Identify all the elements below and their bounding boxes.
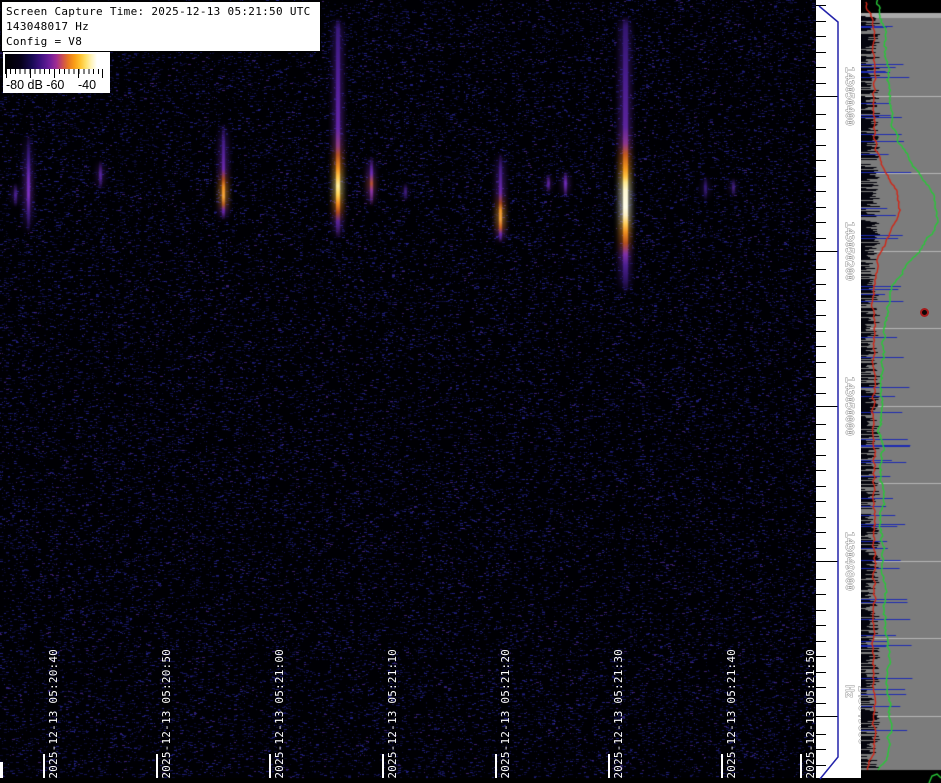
screen-capture-view: 2025-12-13 05:20:40 2025-12-13 05:20:50 20…: [0, 0, 941, 783]
meteor-echo-streak: [12, 183, 19, 207]
time-axis-label: 2025-12-13 05:21:10: [386, 649, 399, 779]
streak-core: [27, 133, 30, 233]
time-axis-label: 2025-12-13 05:21:00: [273, 649, 286, 779]
colormap-major-tick: [6, 69, 7, 78]
capture-time-text: Screen Capture Time: 2025-12-13 05:21:50…: [6, 4, 316, 19]
spectrogram-waterfall: 2025-12-13 05:20:40 2025-12-13 05:20:50 20…: [0, 0, 816, 783]
time-axis-label: 2025-12-13 05:21:30: [612, 649, 625, 779]
meteor-echo-streak: [496, 152, 505, 243]
time-axis-label: 2025-12-13 05:20:40: [47, 649, 60, 779]
time-axis-tick: [43, 754, 45, 778]
meteor-echo-streak: [367, 156, 375, 206]
time-axis-label-text: 2025-12-13 05:21:40: [725, 649, 738, 779]
meteor-echo-streak: [730, 178, 736, 197]
streak-core: [370, 156, 373, 206]
frequency-axis-label: 143050200: [843, 221, 856, 281]
meteor-echo-streak: [402, 183, 408, 201]
colormap-gradient-bar: [5, 54, 104, 69]
meteor-echo-streak: [333, 18, 343, 239]
frequency-text: 143048017 Hz: [6, 19, 316, 34]
streak-core: [547, 174, 550, 193]
spectrum-plot: [861, 0, 941, 783]
time-axis-tick: [495, 754, 497, 778]
time-axis-label: 2025-12-13 05:20:50: [160, 649, 173, 779]
time-axis-label-text: 2025-12-13 05:21:00: [273, 649, 286, 779]
colormap-major-tick: [102, 69, 103, 78]
streak-core: [99, 160, 102, 190]
capture-info-box: Screen Capture Time: 2025-12-13 05:21:50…: [1, 1, 321, 52]
time-axis-tick: [608, 754, 610, 778]
time-axis-label: 2025-12-13 05:21:20: [499, 649, 512, 779]
time-axis-label: 2025-12-13 05:21:40: [725, 649, 738, 779]
time-axis-label-text: 2025-12-13 05:20:50: [160, 649, 173, 779]
time-axis-tick: [721, 754, 723, 778]
meteor-echo-streak: [219, 123, 228, 220]
time-axis-edge-tick: [0, 762, 3, 778]
colormap-legend: -80 dB -60 -40: [3, 52, 110, 93]
time-axis-tick: [382, 754, 384, 778]
meteor-echo-streak: [702, 176, 709, 201]
time-axis-label-text: 2025-12-13 05:21:20: [499, 649, 512, 779]
streak-core: [732, 178, 735, 197]
colormap-tick-ruler: [5, 69, 104, 78]
streak-core: [14, 183, 17, 207]
spectrum-panel: [861, 0, 941, 783]
waterfall-noise-canvas: [0, 0, 816, 783]
streak-core: [704, 176, 707, 201]
streak-core: [222, 123, 225, 220]
time-axis-label-text: 2025-12-13 05:21:10: [386, 649, 399, 779]
meteor-echo-streak: [545, 174, 551, 193]
streak-core: [336, 18, 340, 239]
streak-core: [623, 16, 628, 293]
time-axis-tick: [156, 754, 158, 778]
streak-core: [499, 152, 502, 243]
frequency-axis: 1430504001430502001430500001430498001430…: [816, 0, 861, 778]
marker-dot: [920, 308, 929, 317]
time-axis-label-text: 2025-12-13 05:20:40: [47, 649, 60, 779]
meteor-echo-streak: [24, 133, 32, 233]
time-axis-tick: [800, 754, 802, 778]
config-text: Config = V8: [6, 34, 316, 49]
colormap-major-tick: [30, 69, 31, 78]
meteor-echo-streak: [619, 16, 631, 293]
frequency-axis-label: 143049800: [843, 531, 856, 591]
frequency-axis-label: 143050000: [843, 376, 856, 436]
streak-core: [404, 183, 407, 201]
colormap-label-left: -80 dB -60: [6, 78, 64, 92]
meteor-echo-streak: [97, 160, 104, 190]
colormap-label-right: -40: [78, 78, 96, 92]
colormap-major-tick: [78, 69, 79, 78]
time-axis-label-text: 2025-12-13 05:21:30: [612, 649, 625, 779]
frequency-axis-label: 143050400: [843, 66, 856, 126]
colormap-major-tick: [54, 69, 55, 78]
colormap-labels: -80 dB -60 -40: [5, 78, 104, 92]
streak-core: [564, 171, 567, 198]
meteor-echo-streak: [562, 171, 569, 198]
time-axis-tick: [269, 754, 271, 778]
